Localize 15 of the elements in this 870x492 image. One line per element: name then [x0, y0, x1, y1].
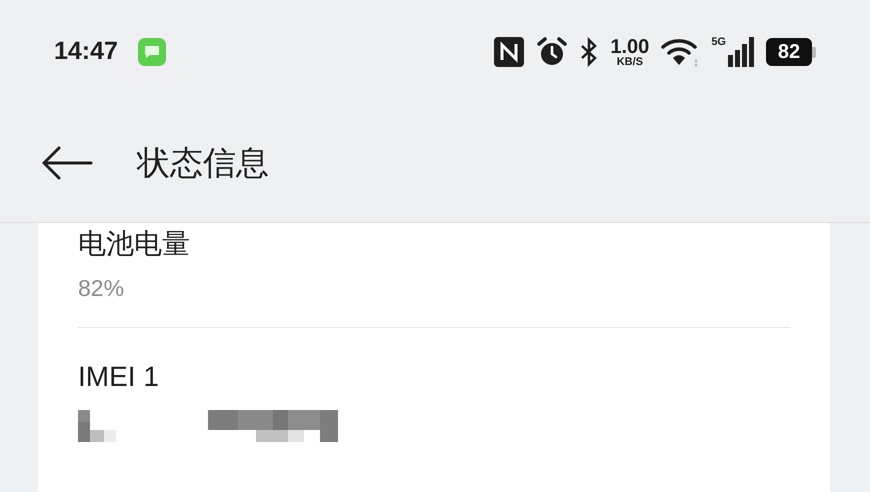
nfc-icon — [494, 37, 524, 67]
bluetooth-icon — [580, 37, 598, 67]
message-icon — [138, 38, 166, 66]
page-title: 状态信息 — [137, 143, 269, 184]
network-type: 5G — [711, 37, 726, 48]
status-time: 14:47 — [54, 36, 118, 68]
alarm-clock-icon — [536, 36, 568, 68]
info-label: 电池电量 — [78, 227, 191, 261]
battery-indicator: 82 — [766, 38, 816, 66]
network-speed: 1.00 KB/S — [610, 36, 650, 68]
info-label: IMEI 1 — [78, 360, 160, 394]
back-arrow-icon[interactable] — [41, 146, 93, 180]
wifi-icon — [661, 37, 700, 67]
signal-icon — [728, 37, 754, 67]
info-value: 82% — [78, 274, 126, 303]
